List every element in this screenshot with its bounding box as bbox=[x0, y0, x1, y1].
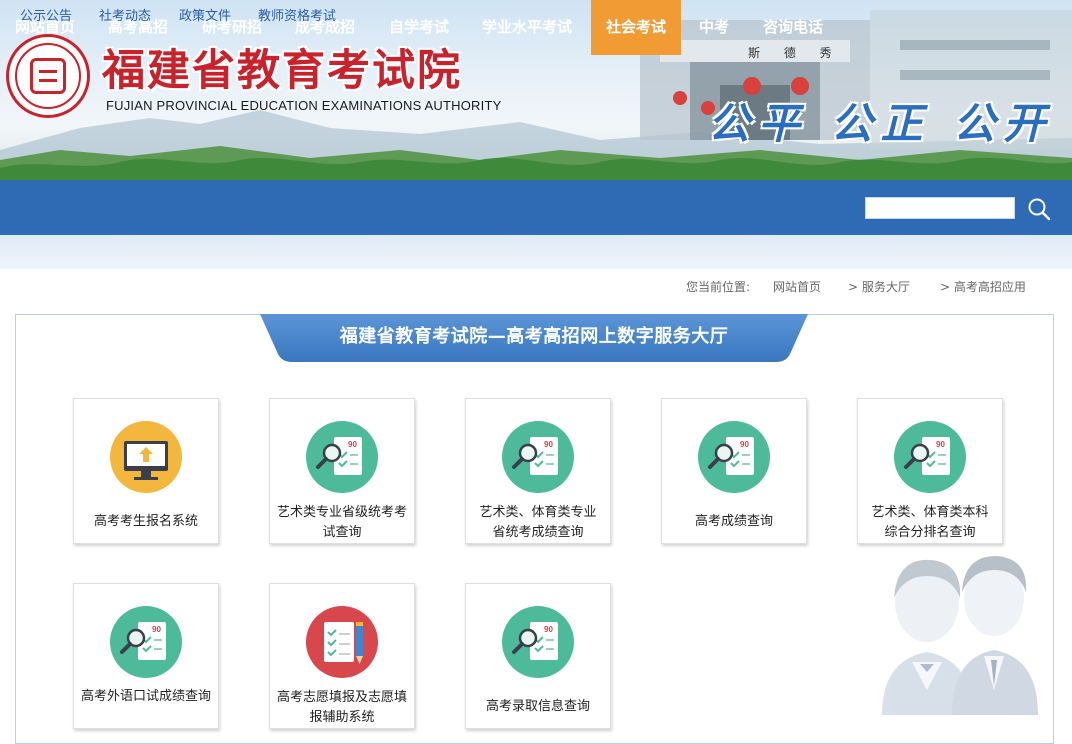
card-art-provincial-exam-query[interactable]: 90 艺术类专业省级统考考 试查询 bbox=[269, 398, 415, 544]
nav-item-social-exam[interactable]: 社会考试 bbox=[591, 0, 681, 55]
customer-service-agents-icon bbox=[882, 556, 1038, 715]
breadcrumb-prefix: 您当前位置: bbox=[686, 280, 751, 294]
hall-title: 福建省教育考试院—高考高招网上数字服务大厅 bbox=[339, 326, 729, 347]
subnav-item-announcements[interactable]: 公示公告 bbox=[20, 0, 72, 34]
subnav-item-policy-documents[interactable]: 政策文件 bbox=[179, 0, 231, 34]
card-art-sports-ranking-query[interactable]: 90 艺术类、体育类本科 综合分排名查询 bbox=[857, 398, 1003, 544]
subnav-item-exam-news[interactable]: 社考动态 bbox=[99, 0, 151, 34]
card-label: 艺术类、体育类专业 省统考成绩查询 bbox=[479, 505, 597, 540]
nav-item-self-study-exam[interactable]: 自学考试 bbox=[373, 0, 465, 55]
card-label: 高考成绩查询 bbox=[694, 514, 773, 529]
svg-text:90: 90 bbox=[936, 440, 945, 449]
svg-text:90: 90 bbox=[348, 440, 357, 449]
form-pencil-icon bbox=[306, 606, 378, 678]
sub-nav bbox=[0, 235, 1072, 269]
site-motto: 公平 公正 公开 bbox=[708, 99, 1054, 148]
score-search-icon: 90 bbox=[110, 606, 182, 678]
svg-text:90: 90 bbox=[740, 440, 749, 449]
card-label: 高考外语口试成绩查询 bbox=[80, 689, 211, 704]
subnav-item-teacher-qualification[interactable]: 教师资格考试 bbox=[258, 0, 336, 34]
card-label: 艺术类专业省级统考考 试查询 bbox=[276, 505, 407, 540]
site-title-english: FUJIAN PROVINCIAL EDUCATION EXAMINATIONS… bbox=[106, 98, 502, 113]
card-label: 高考考生报名系统 bbox=[93, 514, 198, 529]
nav-item-hotline[interactable]: 咨询电话 bbox=[748, 0, 838, 55]
score-search-icon: 90 bbox=[698, 421, 770, 493]
card-label: 高考志愿填报及志愿填 报辅助系统 bbox=[276, 690, 407, 725]
score-search-icon: 90 bbox=[502, 421, 574, 493]
score-search-icon: 90 bbox=[306, 421, 378, 493]
breadcrumb-service-hall[interactable]: > 服务大厅 bbox=[848, 278, 910, 295]
svg-text:90: 90 bbox=[544, 625, 553, 634]
card-registration-system[interactable]: 高考考生报名系统 bbox=[73, 398, 219, 544]
card-label: 艺术类、体育类本科 综合分排名查询 bbox=[871, 505, 989, 540]
card-application-filling-system[interactable]: 高考志愿填报及志愿填 报辅助系统 bbox=[269, 583, 415, 729]
nav-item-zhongkao[interactable]: 中考 bbox=[684, 0, 744, 55]
card-gaokao-score-query[interactable]: 90 高考成绩查询 bbox=[661, 398, 807, 544]
svg-text:90: 90 bbox=[544, 440, 553, 449]
svg-text:90: 90 bbox=[152, 625, 161, 634]
card-label: 高考录取信息查询 bbox=[485, 699, 590, 714]
score-search-icon: 90 bbox=[502, 606, 574, 678]
score-search-icon: 90 bbox=[894, 421, 966, 493]
search-icon[interactable] bbox=[1026, 196, 1052, 222]
monitor-upload-icon bbox=[110, 421, 182, 493]
card-art-sports-score-query[interactable]: 90 艺术类、体育类专业 省统考成绩查询 bbox=[465, 398, 611, 544]
breadcrumb-home[interactable]: 网站首页 bbox=[773, 278, 821, 295]
nav-item-academic-level-exam[interactable]: 学业水平考试 bbox=[466, 0, 588, 55]
breadcrumb-current: > 高考高招应用 bbox=[940, 280, 1026, 294]
card-oral-english-score-query[interactable]: 90 高考外语口试成绩查询 bbox=[73, 583, 219, 729]
search-input[interactable] bbox=[865, 197, 1015, 219]
card-admission-info-query[interactable]: 90 高考录取信息查询 bbox=[465, 583, 611, 729]
